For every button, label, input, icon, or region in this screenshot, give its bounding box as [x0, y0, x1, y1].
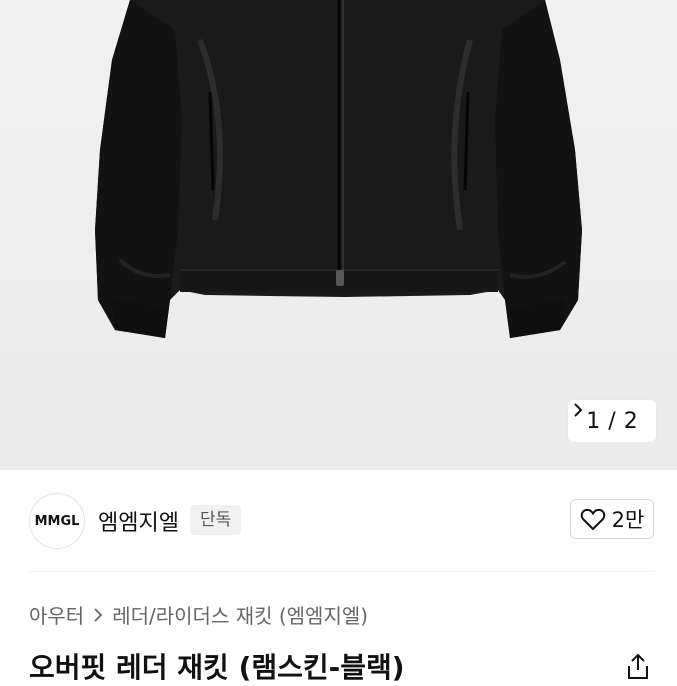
breadcrumb-level1[interactable]: 아우터 [29, 600, 84, 629]
brand-logo-text: MMGL [34, 513, 80, 529]
breadcrumb: 아우터 레더/라이더스 재킷 (엠엠지엘) [29, 600, 368, 629]
like-count: 2만 [611, 508, 645, 532]
exclusive-badge: 단독 [190, 505, 242, 535]
pager-separator: / [608, 408, 616, 434]
pager-current: 1 [586, 408, 601, 434]
chevron-right-icon [94, 607, 103, 622]
chevron-right-icon[interactable] [568, 400, 588, 420]
divider [29, 571, 655, 572]
share-icon[interactable] [624, 652, 652, 680]
like-button[interactable]: 2만 [570, 499, 654, 539]
heart-icon [580, 508, 605, 531]
brand-logo[interactable]: MMGL [29, 493, 85, 549]
image-pager[interactable]: 1 / 2 [568, 400, 656, 442]
product-title: 오버핏 레더 재킷 (램스킨-블랙) [29, 651, 405, 684]
breadcrumb-level2[interactable]: 레더/라이더스 재킷 (엠엠지엘) [112, 600, 368, 629]
product-image-gallery[interactable]: 1 / 2 [0, 0, 677, 470]
brand-name[interactable]: 엠엠지엘 [98, 505, 179, 537]
pager-total: 2 [623, 408, 638, 434]
